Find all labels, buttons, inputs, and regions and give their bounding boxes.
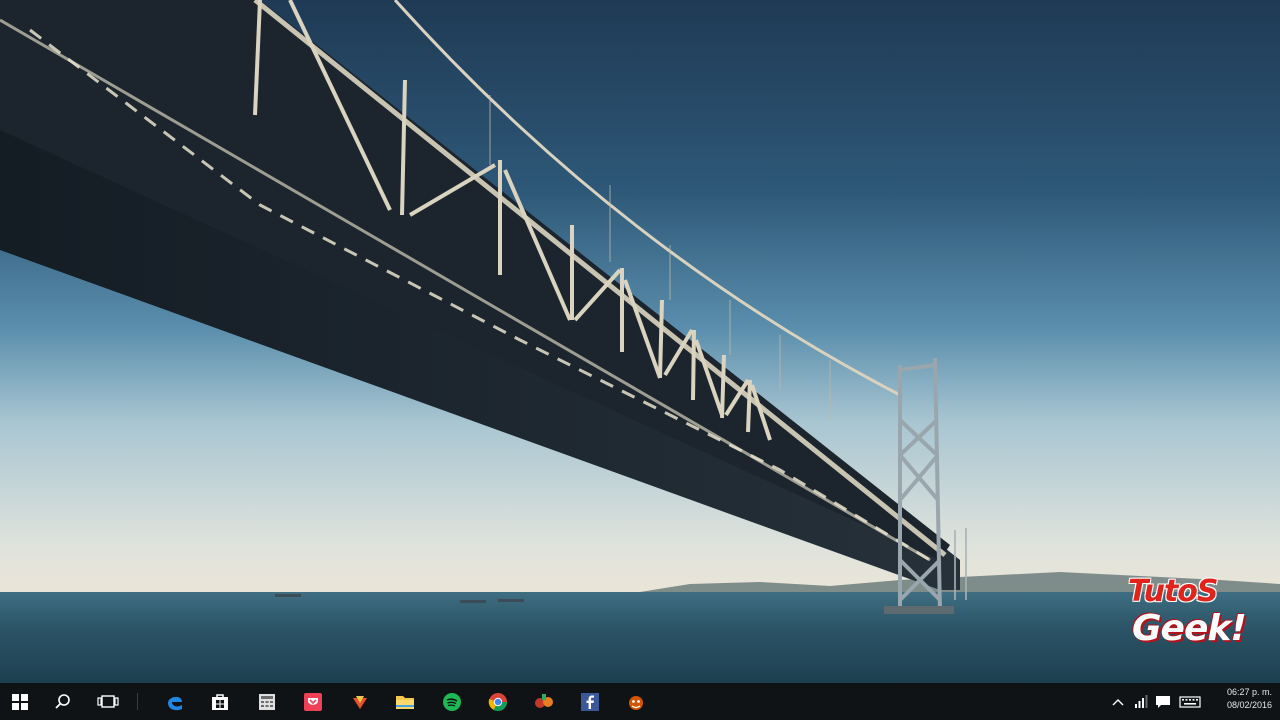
pocket-button[interactable] — [293, 683, 333, 720]
edge-button[interactable] — [155, 683, 195, 720]
calculator-button[interactable] — [247, 683, 287, 720]
taskbar-separator — [137, 693, 138, 710]
tutos-geek-watermark: TutoS Geek! — [1122, 574, 1272, 654]
search-icon — [55, 693, 70, 709]
watermark-line-2: Geek! — [1132, 608, 1247, 649]
chrome-button[interactable] — [478, 683, 518, 720]
keyboard-icon — [1179, 695, 1201, 708]
facebook-icon — [581, 692, 599, 711]
keyboard-button[interactable] — [1177, 683, 1203, 720]
suspension-bridge — [0, 0, 967, 614]
spotify-icon — [443, 692, 461, 711]
pocket-icon — [304, 692, 322, 711]
facebook-button[interactable] — [570, 683, 610, 720]
app-icon — [629, 695, 643, 710]
notification-icon — [1156, 695, 1170, 708]
show-hidden-icons-button[interactable] — [1108, 683, 1128, 720]
chevron-up-icon — [1112, 698, 1124, 705]
network-button[interactable] — [1131, 683, 1151, 720]
clock-time: 06:27 p. m. — [1226, 687, 1272, 697]
app-icon — [353, 695, 367, 709]
calculator-icon — [259, 693, 275, 710]
edge-icon — [168, 696, 182, 710]
game-button[interactable] — [524, 683, 564, 720]
app-button[interactable] — [340, 683, 380, 720]
taskbar: 06:27 p. m. 08/02/2016 — [0, 683, 1280, 720]
windows-logo-icon — [12, 693, 28, 710]
action-center-button[interactable] — [1152, 683, 1174, 720]
extra-app-button[interactable] — [616, 683, 656, 720]
store-button[interactable] — [200, 683, 240, 720]
file-explorer-button[interactable] — [385, 683, 425, 720]
desktop-wallpaper: TutoS Geek! — [0, 0, 1280, 683]
spotify-button[interactable] — [432, 683, 472, 720]
task-view-button[interactable] — [88, 683, 128, 720]
chrome-icon — [488, 692, 507, 711]
search-button[interactable] — [43, 683, 83, 720]
watermark-line-1: TutoS — [1128, 574, 1219, 609]
store-icon — [212, 693, 228, 710]
clock-date: 08/02/2016 — [1226, 700, 1272, 710]
start-button[interactable] — [0, 683, 40, 720]
task-view-icon — [97, 694, 119, 708]
folder-icon — [396, 695, 414, 709]
network-icon — [1135, 694, 1148, 708]
game-icon — [535, 693, 553, 708]
clock[interactable]: 06:27 p. m. 08/02/2016 — [1212, 686, 1272, 712]
